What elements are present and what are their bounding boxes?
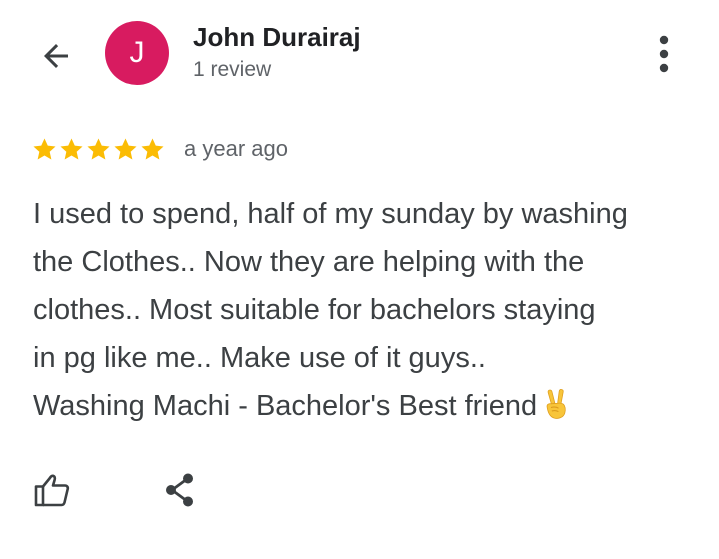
star-icon (33, 137, 56, 160)
back-button[interactable] (36, 36, 76, 76)
author-name[interactable]: John Durairaj (193, 22, 361, 53)
thumb-up-icon (34, 474, 70, 507)
star-rating (31, 136, 166, 163)
share-button[interactable] (158, 468, 202, 512)
arrow-left-icon (44, 44, 68, 68)
review-text-line: I used to spend, half of my sunday by wa… (33, 198, 628, 230)
share-icon (166, 473, 193, 507)
victory-hand-emoji (546, 389, 566, 419)
star-icon (60, 137, 83, 160)
review-text-line: clothes.. Most suitable for bachelors st… (33, 294, 596, 326)
rating-row: a year ago (31, 133, 288, 165)
avatar[interactable]: J (105, 21, 169, 85)
avatar-letter: J (129, 36, 145, 69)
review-text: I used to spend, half of my sunday by wa… (33, 190, 713, 430)
star-icon (141, 137, 164, 160)
review-time: a year ago (184, 136, 288, 161)
more-options-button[interactable] (644, 32, 684, 76)
review-count: 1 review (193, 58, 272, 81)
review-text-line: the Clothes.. Now they are helping with … (33, 246, 585, 278)
review-text-line-last: Washing Machi - Bachelor's Best friend (33, 382, 713, 430)
like-button[interactable] (30, 468, 74, 512)
more-vertical-icon (659, 35, 669, 73)
review-text-line-content: Washing Machi - Bachelor's Best friend (33, 390, 538, 422)
star-icon (114, 137, 137, 160)
star-icon (87, 137, 110, 160)
review-text-line: in pg like me.. Make use of it guys.. (33, 342, 486, 374)
